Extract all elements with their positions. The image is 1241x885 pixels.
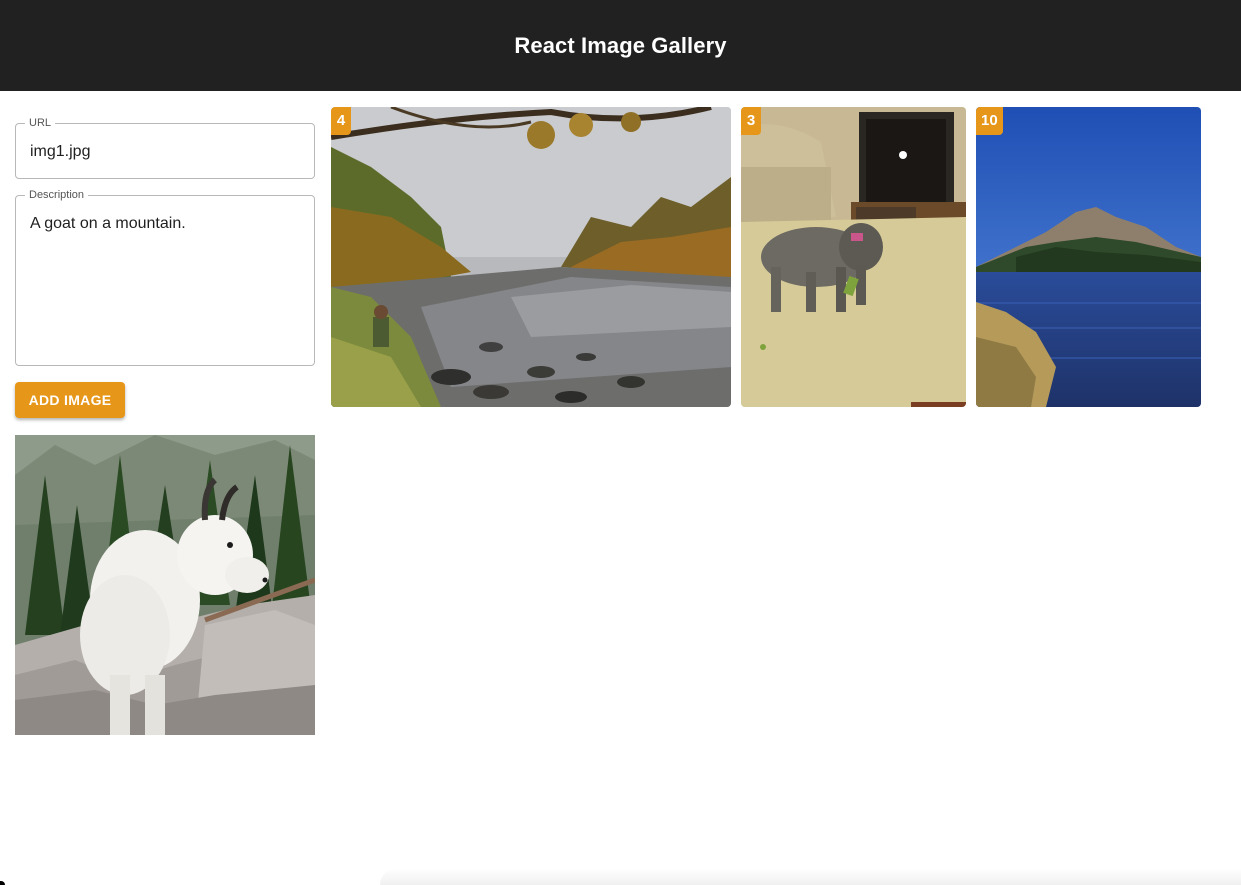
description-field-label: Description [25, 189, 89, 201]
url-field-label: URL [25, 117, 56, 129]
window-corner [0, 881, 5, 885]
gallery-card[interactable]: 3 [741, 107, 966, 407]
preview-image [15, 435, 315, 735]
url-input[interactable]: img1.jpg [30, 143, 90, 161]
url-field[interactable]: URL img1.jpg [15, 117, 315, 179]
description-field[interactable]: Description A goat on a mountain. [15, 189, 315, 366]
goat-photo [15, 435, 315, 735]
card-badge: 4 [331, 107, 351, 135]
description-textarea[interactable]: A goat on a mountain. [30, 215, 186, 233]
bottom-shadow [380, 868, 1241, 885]
card-badge: 10 [976, 107, 1003, 135]
page-title: React Image Gallery [514, 32, 727, 58]
gallery-card[interactable]: 10 [976, 107, 1201, 407]
app-bar: React Image Gallery [0, 0, 1241, 91]
card-badge: 3 [741, 107, 761, 135]
gallery-card[interactable]: 4 [331, 107, 731, 407]
add-image-button[interactable]: ADD IMAGE [15, 382, 125, 418]
dog-photo [741, 107, 966, 407]
river-photo [331, 107, 731, 407]
lake-photo [976, 107, 1201, 407]
